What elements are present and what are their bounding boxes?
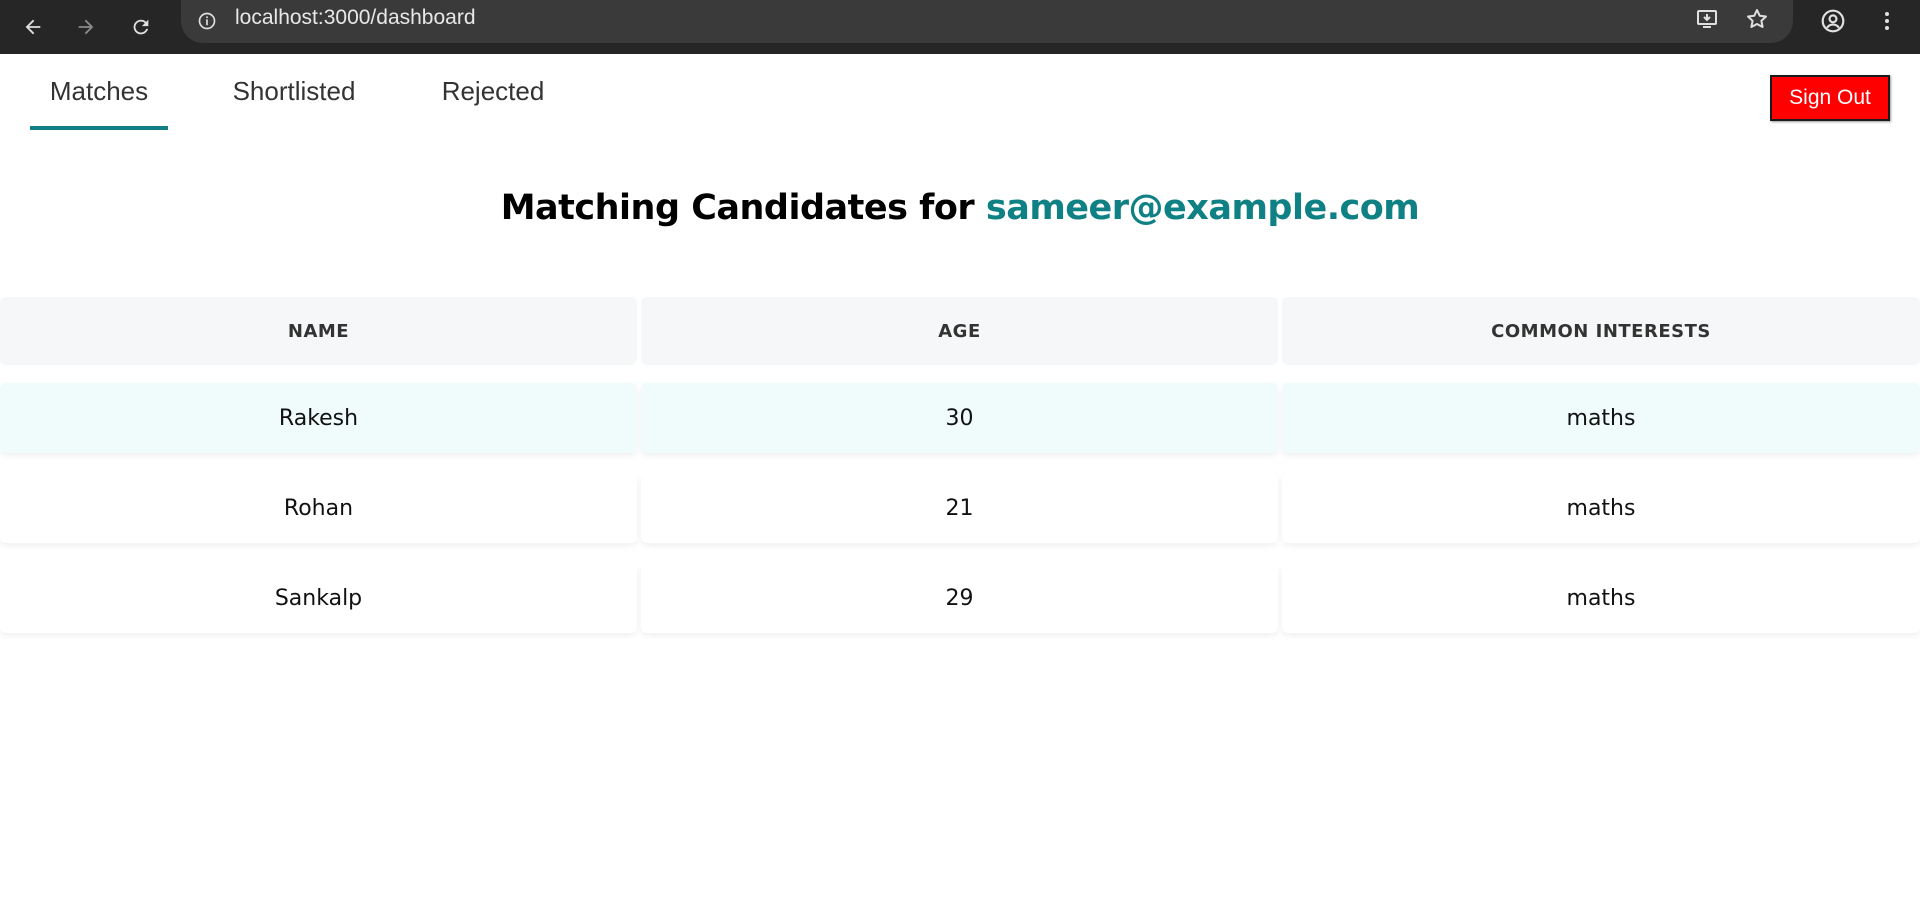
tab-rejected-label: Rejected (441, 76, 545, 106)
cell-age: 21 (641, 473, 1278, 543)
bookmark-button[interactable] (1740, 2, 1774, 36)
site-info-button[interactable] (195, 9, 219, 33)
install-app-icon (1697, 10, 1717, 28)
table-row[interactable]: Rohan 21 maths (0, 473, 1920, 543)
column-header-common-interests: COMMON INTERESTS (1282, 297, 1920, 365)
cell-name: Rohan (0, 473, 637, 543)
table-row[interactable]: Sankalp 29 maths (0, 563, 1920, 633)
page-title: Matching Candidates for sameer@example.c… (0, 188, 1920, 228)
tab-rejected[interactable]: Rejected (432, 70, 554, 130)
cell-name: Rakesh (0, 383, 637, 453)
menu-dots-icon (1885, 12, 1889, 30)
cell-name: Sankalp (0, 563, 637, 633)
column-header-age: AGE (641, 297, 1278, 365)
forward-icon (78, 19, 94, 35)
tab-shortlisted-label: Shortlisted (232, 76, 356, 106)
url-text[interactable]: localhost:3000/dashboard (235, 0, 476, 36)
table-header-row: NAME AGE COMMON INTERESTS (0, 297, 1920, 365)
site-info-icon (198, 12, 216, 30)
browser-menu-button[interactable] (1868, 2, 1906, 40)
cell-age: 29 (641, 563, 1278, 633)
tab-matches-label: Matches (49, 76, 149, 106)
cell-common-interests: maths (1282, 383, 1920, 453)
reload-icon (133, 19, 149, 35)
table-row[interactable]: Rakesh 30 maths (0, 383, 1920, 453)
profile-icon (1821, 9, 1845, 33)
user-email: sameer@example.com (985, 188, 1420, 228)
tab-matches[interactable]: Matches (30, 70, 168, 130)
forward-button[interactable] (65, 6, 107, 48)
cell-common-interests: maths (1282, 563, 1920, 633)
profile-button[interactable] (1814, 2, 1852, 40)
column-header-name: NAME (0, 297, 637, 365)
install-app-button[interactable] (1690, 2, 1724, 36)
page-title-prefix: Matching Candidates for (500, 188, 975, 228)
browser-toolbar: localhost:3000/dashboard (0, 0, 1920, 54)
back-button[interactable] (12, 6, 54, 48)
sign-out-button[interactable]: Sign Out (1770, 75, 1890, 121)
bookmark-star-icon (1747, 9, 1767, 28)
tab-shortlisted[interactable]: Shortlisted (222, 70, 366, 130)
reload-button[interactable] (120, 6, 162, 48)
cell-age: 30 (641, 383, 1278, 453)
back-icon (25, 19, 41, 35)
address-bar[interactable]: localhost:3000/dashboard (181, 0, 1793, 43)
cell-common-interests: maths (1282, 473, 1920, 543)
